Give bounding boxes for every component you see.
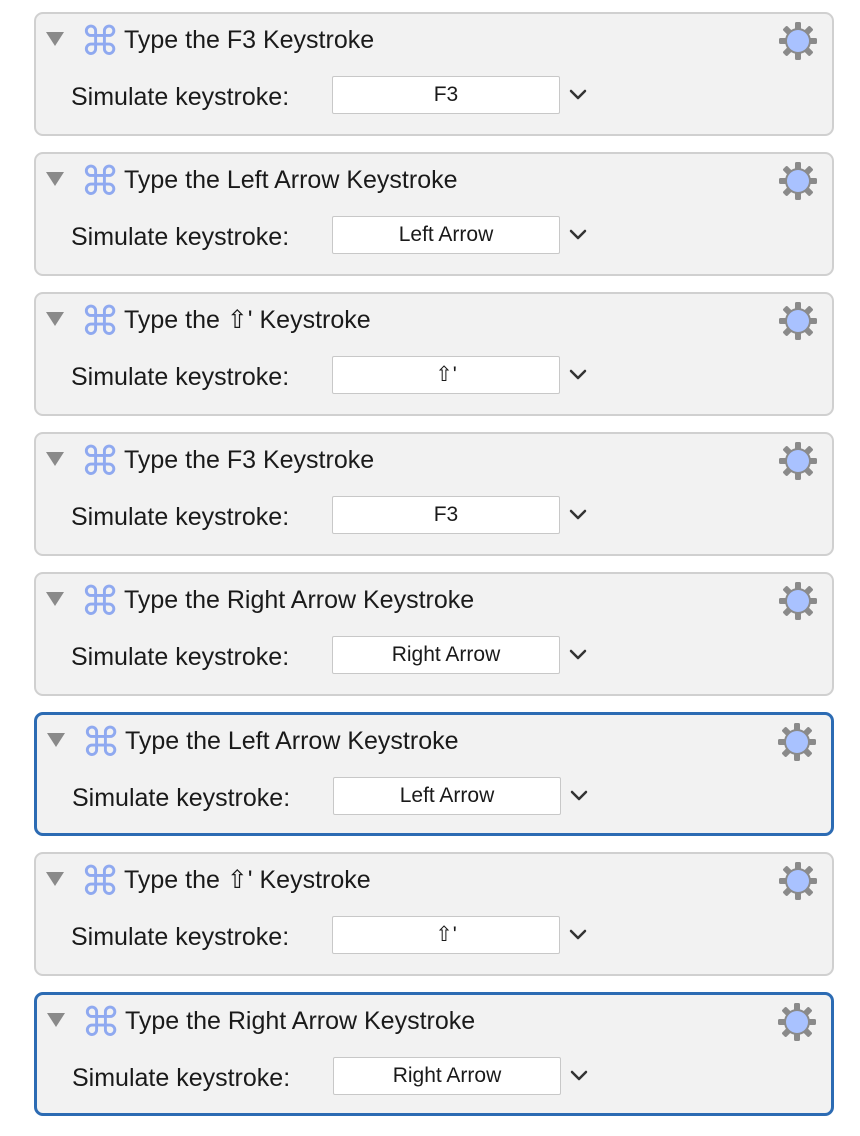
keystroke-field[interactable]: F3 xyxy=(332,76,560,114)
keystroke-field[interactable]: Left Arrow xyxy=(333,777,561,815)
chevron-down-icon[interactable] xyxy=(566,78,590,112)
simulate-keystroke-label: Simulate keystroke: xyxy=(72,1064,291,1092)
disclosure-triangle-icon[interactable] xyxy=(46,312,64,326)
action-title: Type the F3 Keystroke xyxy=(124,446,375,474)
command-key-icon: ⌘ xyxy=(81,720,121,766)
gear-icon[interactable] xyxy=(778,301,818,341)
action-list: ⌘ Type the F3 Keystroke Simulate keystro… xyxy=(0,0,860,1136)
keystroke-action[interactable]: ⌘ Type the ⇧' Keystroke Simulate keystro… xyxy=(34,852,834,976)
disclosure-triangle-icon[interactable] xyxy=(47,1013,65,1027)
command-key-icon: ⌘ xyxy=(80,579,120,625)
action-title: Type the Left Arrow Keystroke xyxy=(124,166,458,194)
gear-icon[interactable] xyxy=(778,581,818,621)
command-key-icon: ⌘ xyxy=(81,1000,121,1046)
disclosure-triangle-icon[interactable] xyxy=(46,32,64,46)
keystroke-field[interactable]: Right Arrow xyxy=(333,1057,561,1095)
keystroke-action[interactable]: ⌘ Type the Right Arrow Keystroke Simulat… xyxy=(34,992,834,1116)
command-key-icon: ⌘ xyxy=(80,19,120,65)
gear-icon[interactable] xyxy=(777,1002,817,1042)
chevron-down-icon[interactable] xyxy=(567,1059,591,1093)
action-title: Type the Right Arrow Keystroke xyxy=(124,586,475,614)
action-title: Type the ⇧' Keystroke xyxy=(124,866,371,894)
chevron-down-icon[interactable] xyxy=(566,918,590,952)
keystroke-action[interactable]: ⌘ Type the ⇧' Keystroke Simulate keystro… xyxy=(34,292,834,416)
keystroke-action[interactable]: ⌘ Type the Left Arrow Keystroke Simulate… xyxy=(34,712,834,836)
command-key-icon: ⌘ xyxy=(80,159,120,205)
gear-icon[interactable] xyxy=(778,21,818,61)
keystroke-action[interactable]: ⌘ Type the Left Arrow Keystroke Simulate… xyxy=(34,152,834,276)
simulate-keystroke-label: Simulate keystroke: xyxy=(71,503,290,531)
chevron-down-icon[interactable] xyxy=(566,498,590,532)
keystroke-field[interactable]: ⇧' xyxy=(332,356,560,394)
gear-icon[interactable] xyxy=(778,161,818,201)
chevron-down-icon[interactable] xyxy=(566,218,590,252)
action-title: Type the ⇧' Keystroke xyxy=(124,306,371,334)
gear-icon[interactable] xyxy=(777,722,817,762)
chevron-down-icon[interactable] xyxy=(566,638,590,672)
command-key-icon: ⌘ xyxy=(80,299,120,345)
command-key-icon: ⌘ xyxy=(80,859,120,905)
chevron-down-icon[interactable] xyxy=(567,779,591,813)
simulate-keystroke-label: Simulate keystroke: xyxy=(71,363,290,391)
gear-icon[interactable] xyxy=(778,441,818,481)
keystroke-field[interactable]: Left Arrow xyxy=(332,216,560,254)
keystroke-action[interactable]: ⌘ Type the F3 Keystroke Simulate keystro… xyxy=(34,432,834,556)
simulate-keystroke-label: Simulate keystroke: xyxy=(71,223,290,251)
keystroke-field[interactable]: F3 xyxy=(332,496,560,534)
simulate-keystroke-label: Simulate keystroke: xyxy=(71,643,290,671)
keystroke-action[interactable]: ⌘ Type the F3 Keystroke Simulate keystro… xyxy=(34,12,834,136)
keystroke-field[interactable]: ⇧' xyxy=(332,916,560,954)
chevron-down-icon[interactable] xyxy=(566,358,590,392)
gear-icon[interactable] xyxy=(778,861,818,901)
simulate-keystroke-label: Simulate keystroke: xyxy=(71,923,290,951)
action-title: Type the Left Arrow Keystroke xyxy=(125,727,459,755)
disclosure-triangle-icon[interactable] xyxy=(47,733,65,747)
command-key-icon: ⌘ xyxy=(80,439,120,485)
disclosure-triangle-icon[interactable] xyxy=(46,452,64,466)
disclosure-triangle-icon[interactable] xyxy=(46,872,64,886)
action-title: Type the F3 Keystroke xyxy=(124,26,375,54)
simulate-keystroke-label: Simulate keystroke: xyxy=(72,784,291,812)
keystroke-field[interactable]: Right Arrow xyxy=(332,636,560,674)
simulate-keystroke-label: Simulate keystroke: xyxy=(71,83,290,111)
action-title: Type the Right Arrow Keystroke xyxy=(125,1007,476,1035)
disclosure-triangle-icon[interactable] xyxy=(46,172,64,186)
disclosure-triangle-icon[interactable] xyxy=(46,592,64,606)
keystroke-action[interactable]: ⌘ Type the Right Arrow Keystroke Simulat… xyxy=(34,572,834,696)
